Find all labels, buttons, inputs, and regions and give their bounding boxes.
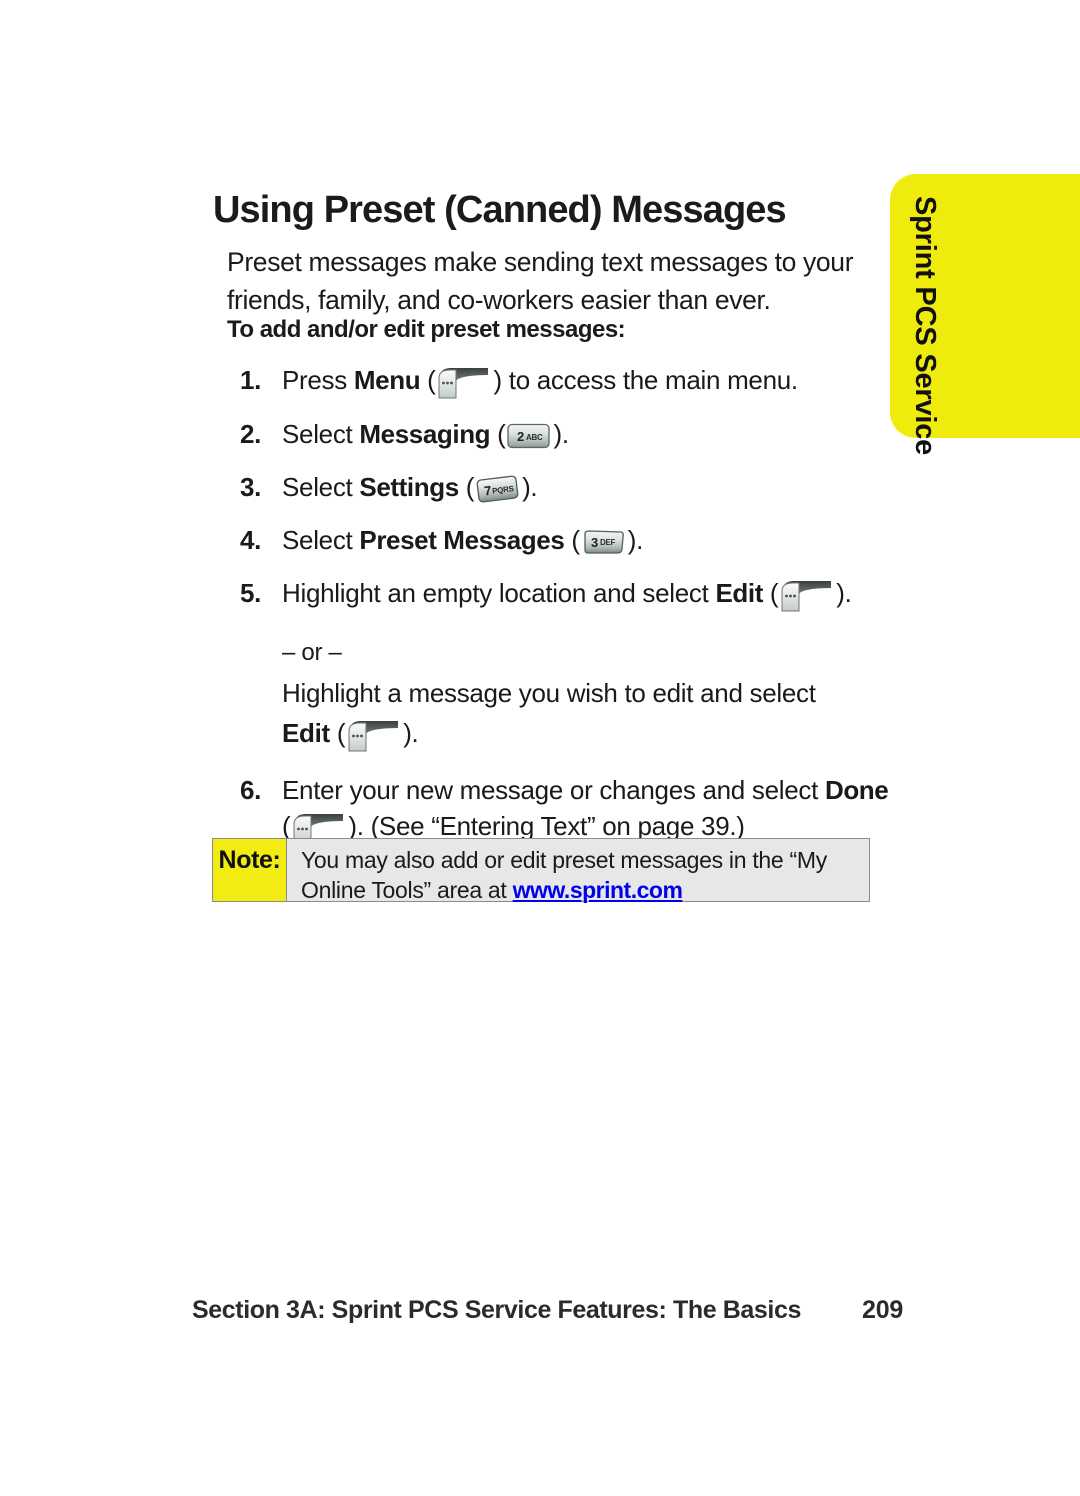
softkey-icon [779, 578, 835, 612]
step-text-bold: Done [824, 775, 889, 805]
step-text-post: ). [553, 419, 569, 449]
softkey-icon [346, 718, 402, 752]
step-text-pre: Select [282, 419, 360, 449]
step-text-bold: Settings [359, 472, 459, 502]
sprint-website-link[interactable]: www.sprint.com [513, 877, 683, 903]
step-text-bold: Edit [715, 578, 763, 608]
step-text-pre: Select [282, 525, 360, 555]
step-text-pre: Enter your new message or changes and se… [282, 775, 825, 805]
key-2-abc-icon: 2 ABC [506, 422, 552, 451]
step-text-post: ). [627, 525, 644, 555]
document-page: Sprint PCS Service Using Preset (Canned)… [0, 0, 1080, 1496]
note-box: Note: You may also add or edit preset me… [212, 838, 870, 903]
step-text-pre: Select [282, 472, 360, 502]
page-title: Using Preset (Canned) Messages [213, 189, 787, 231]
step-item: 4. Select Preset Messages ( 3 DEF ). [227, 522, 907, 558]
step-number: 3. [240, 472, 262, 502]
step-text-post: ). [836, 578, 852, 608]
step-item: 3. Select Settings ( 7 PQRS ). [227, 469, 907, 505]
step-text-mid: ( [458, 472, 475, 502]
step-text-post: ) to access the main menu. [493, 365, 798, 395]
step-text-mid: ( [490, 419, 506, 449]
steps-list: 1. Press Menu () to access the main men… [227, 362, 907, 862]
step-text-mid: ( [420, 365, 436, 395]
alternative-close-paren: ). [403, 718, 419, 748]
step-item: 6. Enter your new message or changes and… [227, 772, 907, 845]
alternative-instruction: Highlight a message you wish to edit and… [282, 678, 816, 708]
step-number: 2. [240, 419, 262, 449]
step6-close-text: ). (See “Entering Text” on page 39.) [348, 811, 745, 841]
alternative-edit-bold: Edit [282, 718, 330, 748]
step-number: 6. [240, 775, 262, 805]
key-digit: 2 [517, 429, 524, 444]
key-digit: 3 [591, 535, 598, 550]
side-tab-sprint-pcs-service: Sprint PCS Service [890, 174, 1080, 455]
step-number: 1. [240, 365, 262, 395]
or-separator: – or – [282, 639, 342, 666]
step-item: 2. Select Messaging ( 2 ABC ). [227, 416, 907, 452]
key-3-def-icon: 3 DEF [581, 528, 627, 557]
step-text-bold: Preset Messages [359, 525, 565, 555]
step-text-pre: Highlight an empty location and select [282, 578, 716, 608]
step-item: 5. Highlight an empty location and selec… [227, 575, 907, 612]
key-letters: ABC [526, 433, 543, 442]
footer-section-title: Section 3A: Sprint PCS Service Features:… [192, 1296, 801, 1324]
intro-paragraph: Preset messages make sending text messag… [227, 247, 854, 315]
step-text-mid: ( [564, 525, 580, 555]
step-number: 5. [240, 578, 262, 608]
key-7-pqrs-icon: 7 PQRS [475, 475, 521, 504]
step-text-bold: Menu [353, 365, 421, 395]
procedure-subheading: To add and/or edit preset messages: [227, 316, 626, 343]
note-body: You may also add or edit preset messages… [287, 839, 869, 903]
note-label: Note: [213, 839, 287, 901]
step-text-pre: Press [282, 365, 354, 395]
step-text-mid: ( [762, 578, 779, 608]
softkey-icon [436, 365, 492, 399]
alternative-edit-line: Edit ( ). [282, 714, 907, 752]
alternative-open-paren: ( [329, 718, 346, 748]
step-item: 1. Press Menu () to access the main men… [227, 362, 907, 399]
step6-open-paren: ( [282, 811, 291, 841]
step-number: 4. [240, 525, 262, 555]
step-text-bold: Messaging [359, 419, 491, 449]
key-letters: DEF [600, 538, 616, 547]
step-text-post: ). [522, 472, 538, 502]
alternative-block: – or – Highlight a message you wish to e… [227, 634, 907, 752]
footer-page-number: 209 [862, 1296, 904, 1324]
